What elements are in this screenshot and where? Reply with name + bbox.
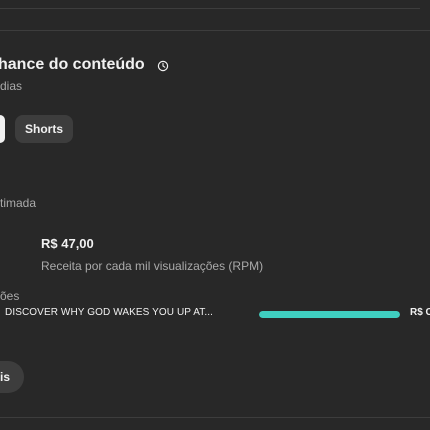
revenue-bar-track xyxy=(259,311,400,318)
content-performance-card: hance do conteúdo dias Shorts timada ões… xyxy=(0,30,430,418)
clock-icon[interactable] xyxy=(157,59,169,72)
chip-shorts[interactable]: Shorts xyxy=(15,115,74,143)
see-more-button[interactable]: is xyxy=(0,361,25,393)
video-title[interactable]: DISCOVER WHY GOD WAKES YOU UP AT... xyxy=(5,307,213,318)
chip-selected[interactable] xyxy=(0,115,5,143)
left-stat-caption: ões xyxy=(0,289,20,303)
rpm-caption: Receita por cada mil visualizações (RPM) xyxy=(41,259,264,273)
page: hance do conteúdo dias Shorts timada ões… xyxy=(0,0,430,430)
video-row[interactable]: DISCOVER WHY GOD WAKES YOU UP AT... R$ C xyxy=(0,303,430,323)
previous-card-edge xyxy=(0,0,420,9)
rpm-stat: R$ 47,00 Receita por cada mil visualizaç… xyxy=(41,236,263,273)
content-type-chips: Shorts xyxy=(0,115,74,143)
rpm-value: R$ 47,00 xyxy=(41,236,94,251)
date-range-label: dias xyxy=(0,79,23,93)
card-header: hance do conteúdo xyxy=(0,53,169,77)
metric-label: timada xyxy=(0,196,37,210)
card-title: hance do conteúdo xyxy=(0,56,145,73)
video-revenue-value: R$ C xyxy=(410,307,430,318)
revenue-bar-fill xyxy=(259,311,400,318)
